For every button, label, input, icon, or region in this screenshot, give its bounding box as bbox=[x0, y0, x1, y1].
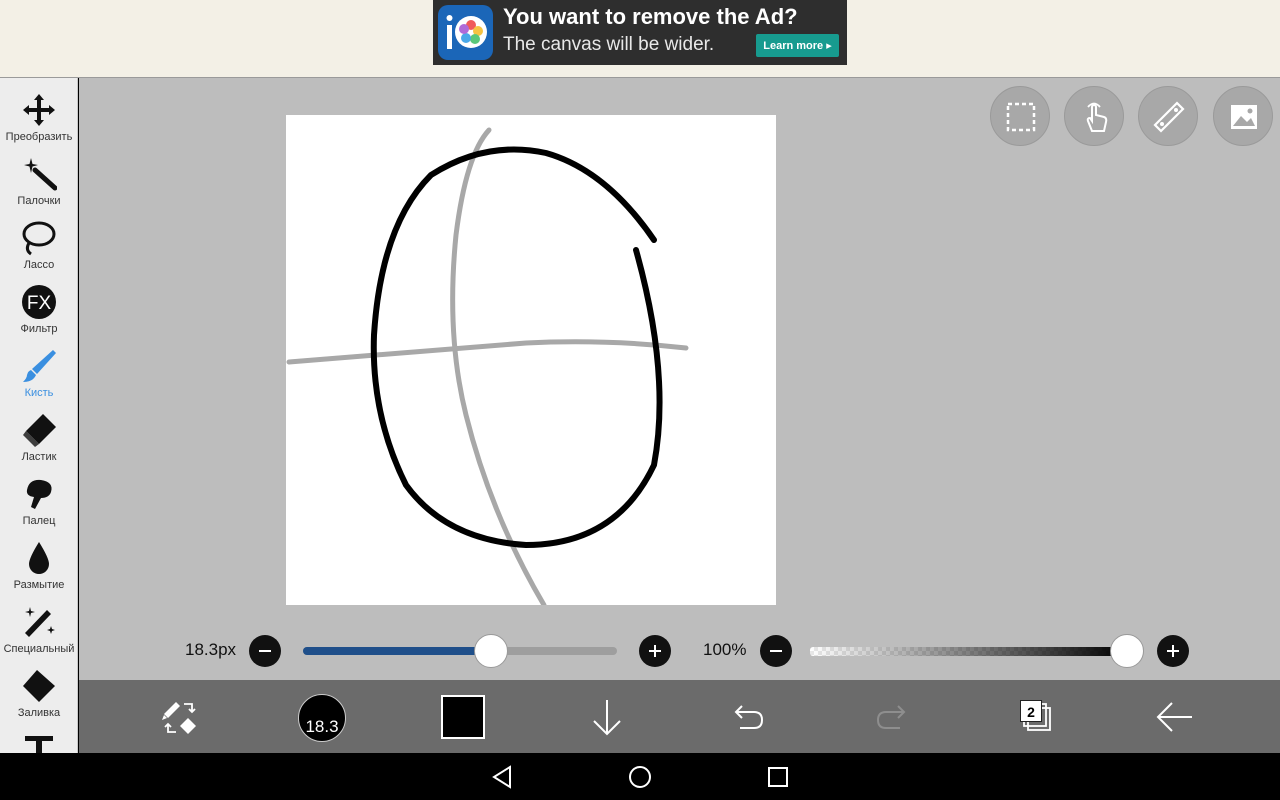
plus-icon bbox=[1167, 645, 1179, 657]
nav-back-button[interactable] bbox=[488, 763, 516, 791]
image-icon bbox=[1231, 105, 1257, 129]
selection-button[interactable] bbox=[990, 86, 1050, 146]
tool-special[interactable]: Специальный bbox=[0, 594, 77, 658]
finger-smudge-icon bbox=[26, 479, 52, 509]
nav-home-button[interactable] bbox=[626, 763, 654, 791]
tool-label: Фильтр bbox=[20, 323, 58, 335]
tool-label: Кисть bbox=[24, 387, 54, 399]
brush-size-slider-fill bbox=[303, 647, 492, 655]
fill-bucket-icon bbox=[23, 670, 55, 702]
tool-sidebar: Преобразить Палочки Лассо FX Фильтр Кист… bbox=[0, 78, 78, 753]
droplet-icon bbox=[29, 542, 49, 574]
tool-label: Размытие bbox=[13, 579, 65, 591]
magic-wand-icon bbox=[24, 158, 57, 191]
brush-eraser-swap-button[interactable] bbox=[156, 692, 206, 742]
opacity-slider-knob[interactable] bbox=[1110, 634, 1144, 668]
tool-label: Ластик bbox=[21, 451, 57, 463]
app-logo-icon bbox=[438, 5, 493, 60]
svg-text:FX: FX bbox=[27, 293, 52, 314]
move-arrows-icon bbox=[23, 94, 55, 126]
system-nav-bar bbox=[0, 753, 1280, 800]
redo-icon bbox=[876, 705, 906, 729]
tool-label: Заливка bbox=[17, 707, 61, 719]
opacity-slider[interactable] bbox=[810, 647, 1127, 656]
undo-button[interactable] bbox=[724, 692, 774, 742]
bottom-toolbar: 18.3 2 bbox=[79, 680, 1280, 753]
plus-icon bbox=[649, 645, 661, 657]
triangle-back-icon bbox=[492, 765, 511, 789]
selection-icon bbox=[1006, 102, 1036, 132]
nav-recents-button[interactable] bbox=[764, 763, 792, 791]
oval-stroke bbox=[370, 146, 663, 549]
arrow-left-icon bbox=[1156, 702, 1192, 732]
learn-more-button[interactable]: Learn more ▸ bbox=[756, 34, 839, 57]
opacity-decrease-button[interactable] bbox=[760, 635, 792, 667]
tool-fill[interactable]: Заливка bbox=[0, 658, 77, 722]
ad-subtext: The canvas will be wider. bbox=[503, 34, 715, 55]
minus-icon bbox=[770, 650, 782, 652]
tool-eraser[interactable]: Ластик bbox=[0, 402, 77, 466]
brush-size-slider-knob[interactable] bbox=[474, 634, 509, 668]
brush-size-value: 18.3px bbox=[185, 640, 237, 659]
arrow-down-icon bbox=[593, 700, 621, 736]
brush-size-button[interactable]: 18.3 bbox=[298, 694, 346, 742]
tool-magic-wand[interactable]: Палочки bbox=[0, 146, 77, 210]
eraser-icon bbox=[23, 414, 56, 447]
tool-label: Лассо bbox=[23, 259, 55, 271]
reference-image-button[interactable] bbox=[1213, 86, 1273, 146]
tool-transform[interactable]: Преобразить bbox=[0, 82, 77, 146]
tool-lasso[interactable]: Лассо bbox=[0, 210, 77, 274]
brush-icon bbox=[23, 350, 56, 382]
sparkle-wand-icon bbox=[25, 607, 55, 637]
lasso-icon bbox=[22, 221, 56, 256]
tool-label: Преобразить bbox=[5, 131, 73, 143]
circle-home-icon bbox=[629, 766, 651, 788]
hand-touch-icon bbox=[1086, 102, 1108, 132]
ad-banner[interactable]: You want to remove the Ad? The canvas wi… bbox=[433, 0, 847, 65]
tool-brush[interactable]: Кисть bbox=[0, 338, 77, 402]
color-swatch-button[interactable] bbox=[441, 695, 485, 739]
tool-filter[interactable]: FX Фильтр bbox=[0, 274, 77, 338]
canvas-strokes bbox=[286, 127, 689, 608]
drawing-canvas[interactable] bbox=[286, 115, 776, 608]
opacity-increase-button[interactable] bbox=[1157, 635, 1189, 667]
brush-size-increase-button[interactable] bbox=[639, 635, 671, 667]
workspace: 18.3px 100% bbox=[79, 78, 1280, 680]
tool-label: Палец bbox=[22, 515, 56, 527]
square-recents-icon bbox=[768, 767, 788, 787]
brush-opacity-value: 100% bbox=[703, 640, 747, 659]
redo-button[interactable] bbox=[866, 692, 916, 742]
guide-stroke-horizontal bbox=[286, 339, 689, 365]
text-icon bbox=[25, 736, 53, 753]
brush-size-circle-label: 18.3 bbox=[305, 717, 339, 736]
ad-banner-bar: You want to remove the Ad? The canvas wi… bbox=[0, 0, 1280, 78]
layers-button[interactable]: 2 bbox=[1008, 692, 1058, 742]
tool-label: Палочки bbox=[17, 195, 61, 207]
fx-icon: FX bbox=[22, 285, 56, 319]
brush-eraser-swap-icon bbox=[162, 702, 196, 734]
touch-mode-button[interactable] bbox=[1064, 86, 1124, 146]
tool-text[interactable] bbox=[0, 722, 77, 753]
undo-icon bbox=[734, 705, 764, 729]
ruler-button[interactable] bbox=[1138, 86, 1198, 146]
minus-icon bbox=[259, 650, 271, 652]
ruler-icon bbox=[1153, 101, 1185, 133]
brush-size-decrease-button[interactable] bbox=[249, 635, 281, 667]
tool-finger[interactable]: Палец bbox=[0, 466, 77, 530]
brush-size-slider[interactable] bbox=[303, 647, 617, 655]
download-button[interactable] bbox=[582, 692, 632, 742]
tool-blur[interactable]: Размытие bbox=[0, 530, 77, 594]
ad-headline: You want to remove the Ad? bbox=[503, 4, 798, 29]
layers-count-badge: 2 bbox=[1020, 700, 1042, 722]
back-button[interactable] bbox=[1150, 692, 1200, 742]
tool-label: Специальный bbox=[3, 643, 75, 655]
